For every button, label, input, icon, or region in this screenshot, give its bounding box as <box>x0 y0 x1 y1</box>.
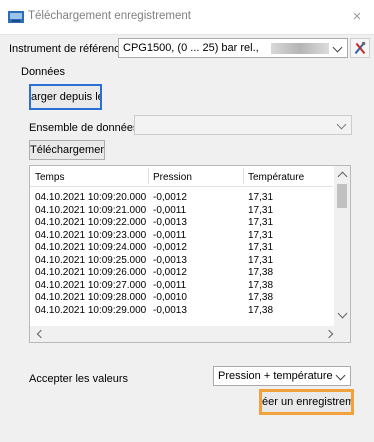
cell-temps: 04.10.2021 10:09:24.000 <box>35 242 147 253</box>
vertical-scrollbar[interactable] <box>334 166 350 326</box>
table-row[interactable]: 04.10.2021 10:09:26.000 -0,0012 17,38 <box>30 267 333 280</box>
cell-temps: 04.10.2021 10:09:25.000 <box>35 254 147 266</box>
cell-temperature: 17,38 <box>248 279 274 291</box>
table-row[interactable]: 04.10.2021 10:09:23.000 -0,0011 17,31 <box>30 230 333 243</box>
title-bar: Téléchargement enregistrement × <box>0 0 374 35</box>
cell-temperature: 17,31 <box>248 192 274 203</box>
scroll-right-icon[interactable] <box>324 329 334 339</box>
scroll-down-icon[interactable] <box>337 308 348 319</box>
table-header: Temps Pression Température <box>30 166 333 187</box>
cell-pression: -0,0011 <box>153 204 187 216</box>
scroll-thumb[interactable] <box>337 184 347 208</box>
cell-pression: -0,0012 <box>153 242 187 253</box>
tools-icon <box>354 41 366 55</box>
scroll-up-icon[interactable] <box>337 171 348 182</box>
cell-temperature: 17,31 <box>248 254 274 266</box>
cell-temps: 04.10.2021 10:09:29.000 <box>35 304 147 316</box>
chevron-down-icon <box>336 119 347 130</box>
cell-pression: -0,0012 <box>153 192 187 203</box>
accept-values-select[interactable]: Pression + température <box>213 366 351 386</box>
window-title: Téléchargement enregistrement <box>28 10 191 22</box>
create-recording-button[interactable]: éer un enregistreme <box>259 389 354 415</box>
settings-tool-button[interactable] <box>350 38 370 58</box>
cell-pression: -0,0012 <box>153 267 187 278</box>
redacted-block <box>271 43 329 54</box>
dataset-select[interactable] <box>134 115 352 135</box>
column-divider <box>148 168 149 184</box>
cell-temperature: 17,31 <box>248 242 274 253</box>
download-button[interactable]: Téléchargement <box>29 140 105 160</box>
table-row[interactable]: 04.10.2021 10:09:21.000 -0,0011 17,31 <box>30 205 333 218</box>
cell-pression: -0,0013 <box>153 217 187 228</box>
cell-temperature: 17,38 <box>248 267 274 278</box>
cell-temperature: 17,31 <box>248 229 274 241</box>
accept-values-label: Accepter les valeurs <box>29 373 129 385</box>
table-row[interactable]: 04.10.2021 10:09:22.000 -0,0013 17,31 <box>30 217 333 230</box>
cell-temps: 04.10.2021 10:09:20.000 <box>35 192 147 203</box>
column-header-temps[interactable]: Temps <box>35 172 64 183</box>
instrument-label: Instrument de référence: <box>9 43 129 55</box>
table-row[interactable]: 04.10.2021 10:09:20.000 -0,0012 17,31 <box>30 192 333 205</box>
table-row[interactable]: 04.10.2021 10:09:25.000 -0,0013 17,31 <box>30 255 333 268</box>
section-label-donnees: Données <box>21 66 66 78</box>
cell-pression: -0,0011 <box>153 229 187 241</box>
column-header-temperature[interactable]: Température <box>248 172 304 183</box>
table-row[interactable]: 04.10.2021 10:09:28.000 -0,0010 17,38 <box>30 292 333 305</box>
data-table[interactable]: Temps Pression Température 04.10.2021 10… <box>29 165 351 343</box>
table-row[interactable]: 04.10.2021 10:09:24.000 -0,0012 17,31 <box>30 242 333 255</box>
cell-temperature: 17,31 <box>248 204 274 216</box>
cell-temps: 04.10.2021 10:09:23.000 <box>35 229 147 241</box>
cell-pression: -0,0010 <box>153 292 187 303</box>
app-icon <box>8 11 24 23</box>
cell-pression: -0,0013 <box>153 304 187 316</box>
cell-temperature: 17,31 <box>248 217 274 228</box>
cell-temps: 04.10.2021 10:09:27.000 <box>35 279 147 291</box>
chevron-down-icon <box>332 42 343 53</box>
accept-values-value: Pression + température <box>218 370 333 382</box>
load-from-file-button[interactable]: arger depuis le F <box>29 84 102 110</box>
chevron-down-icon <box>335 370 346 381</box>
table-row[interactable]: 04.10.2021 10:09:27.000 -0,0011 17,38 <box>30 280 333 293</box>
close-icon[interactable]: × <box>348 8 366 26</box>
cell-temps: 04.10.2021 10:09:26.000 <box>35 267 147 278</box>
instrument-value: CPG1500, (0 ... 25) bar rel., <box>123 42 259 54</box>
instrument-select[interactable]: CPG1500, (0 ... 25) bar rel., <box>118 38 348 58</box>
column-header-pression[interactable]: Pression <box>153 172 192 183</box>
cell-temperature: 17,38 <box>248 292 274 303</box>
cell-temps: 04.10.2021 10:09:22.000 <box>35 217 147 228</box>
cell-pression: -0,0013 <box>153 254 187 266</box>
column-divider <box>243 168 244 184</box>
cell-temperature: 17,38 <box>248 304 274 316</box>
horizontal-scrollbar[interactable] <box>30 326 350 342</box>
cell-pression: -0,0011 <box>153 279 187 291</box>
cell-temps: 04.10.2021 10:09:28.000 <box>35 292 147 303</box>
scroll-left-icon[interactable] <box>36 329 46 339</box>
dataset-label: Ensemble de données <box>29 122 139 134</box>
cell-temps: 04.10.2021 10:09:21.000 <box>35 204 147 216</box>
table-row[interactable]: 04.10.2021 10:09:29.000 -0,0013 17,38 <box>30 305 333 318</box>
